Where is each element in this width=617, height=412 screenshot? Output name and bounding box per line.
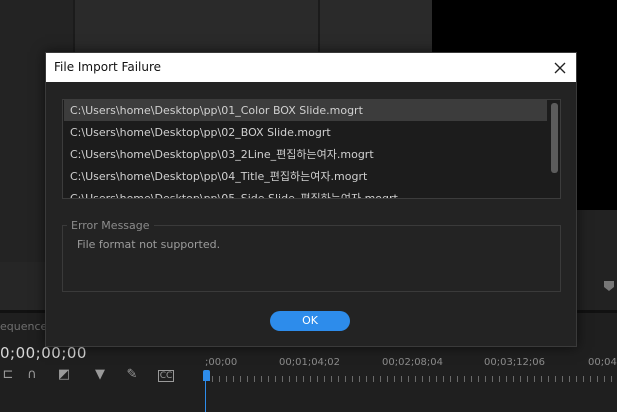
error-message-box — [62, 225, 561, 292]
tick-label: 00;01;04;02 — [279, 357, 341, 368]
close-icon — [554, 62, 566, 74]
list-item[interactable]: C:\Users\home\Desktop\pp\05_Side Slide_편… — [64, 188, 547, 198]
effects-panel — [320, 0, 432, 52]
source-panel — [75, 0, 318, 52]
failed-files-list[interactable]: C:\Users\home\Desktop\pp\01_Color BOX Sl… — [62, 99, 561, 199]
dialog-title: File Import Failure — [54, 60, 162, 74]
tick-label: 00;02;08;04 — [382, 357, 444, 368]
right-panel — [576, 210, 617, 310]
snap-tool-icon[interactable]: ⊏ — [0, 367, 16, 383]
sequence-tab-label[interactable]: equence — [0, 320, 47, 333]
left-lower-panel — [0, 262, 45, 310]
tick-label: 00;04 — [588, 357, 617, 368]
list-item[interactable]: C:\Users\home\Desktop\pp\04_Title_편집하는여자… — [64, 166, 547, 187]
wrench-icon[interactable]: ✎ — [124, 367, 140, 383]
ok-button[interactable]: OK — [270, 311, 350, 331]
marker-icon[interactable]: ▼ — [92, 367, 108, 383]
playhead-handle[interactable] — [203, 370, 210, 381]
time-ruler[interactable] — [205, 372, 617, 382]
linked-selection-icon[interactable]: ◩ — [56, 367, 72, 383]
error-message-text: File format not supported. — [77, 238, 221, 251]
file-import-failure-dialog: File Import Failure C:\Users\home\Deskto… — [45, 52, 577, 347]
captions-icon[interactable]: CC — [158, 370, 174, 382]
list-item[interactable]: C:\Users\home\Desktop\pp\03_2Line_편집하는여자… — [64, 144, 547, 165]
list-scrollbar[interactable] — [551, 103, 558, 173]
error-message-label: Error Message — [67, 219, 154, 232]
playhead-line — [205, 381, 206, 412]
close-button[interactable] — [548, 56, 572, 80]
list-item[interactable]: C:\Users\home\Desktop\pp\02_BOX Slide.mo… — [64, 122, 547, 143]
tick-label: ;00;00 — [205, 357, 238, 368]
magnet-icon[interactable]: ∩ — [24, 367, 40, 383]
dialog-titlebar[interactable]: File Import Failure — [46, 53, 576, 82]
tick-label: 00;03;12;06 — [484, 357, 546, 368]
list-item[interactable]: C:\Users\home\Desktop\pp\01_Color BOX Sl… — [64, 100, 547, 121]
